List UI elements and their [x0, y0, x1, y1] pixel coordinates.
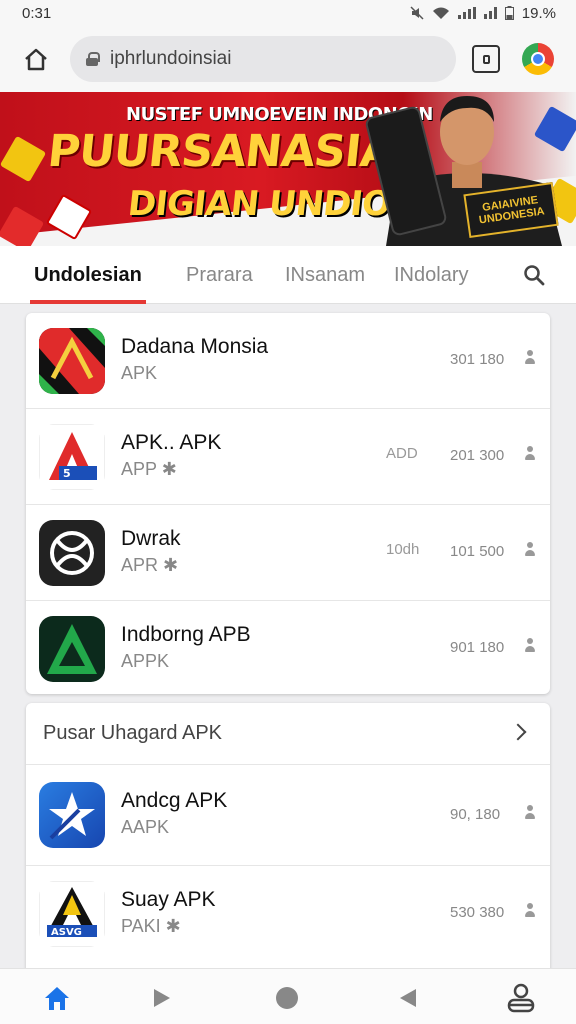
banner-headline: PUURSANASIA! [45, 126, 416, 177]
list-item[interactable]: Indborng APB APPK 901 180 [26, 601, 550, 694]
download-count: 301 180 [450, 351, 505, 368]
browser-toolbar: iphrlundoinsiai [0, 26, 576, 92]
list-item[interactable]: Dwrak APR ✱ 10dh 101 500 [26, 505, 550, 601]
tab-indolary[interactable]: INdolary [394, 246, 468, 304]
red-a-logo-icon: 5 [39, 424, 105, 490]
list-item[interactable]: ASVG Suay APK PAKI ✱ 530 380 [26, 866, 550, 962]
app-extra: 10dh [386, 541, 420, 558]
list-item[interactable]: 5 APK.. APK APP ✱ ADD 201 300 [26, 409, 550, 505]
status-icons: 19.% [410, 5, 556, 22]
nav-home-button[interactable] [42, 983, 72, 1013]
category-tabs: Undolesian Prarara INsanam INdolary [0, 246, 576, 304]
status-bar: 0:31 19.% [0, 0, 576, 26]
chevron-right-icon [509, 723, 527, 741]
lock-icon [86, 52, 100, 66]
wifi-icon [432, 7, 449, 19]
download-count: 90, 180 [450, 806, 501, 823]
url-text: iphrlundoinsiai [110, 48, 232, 69]
nav-account-button[interactable] [506, 983, 536, 1013]
address-bar[interactable]: iphrlundoinsiai [70, 36, 456, 82]
user-icon [525, 446, 535, 462]
account-icon [507, 983, 535, 1013]
promo-banner[interactable]: NUSTEF UMNOEVEIN INDONOIN PUURSANASIA! D… [0, 92, 576, 246]
red-x-game-icon [39, 328, 105, 394]
app-type: APPK [121, 651, 170, 671]
bottom-navigation [0, 968, 576, 1024]
back-triangle-icon [400, 989, 416, 1007]
user-icon [525, 638, 535, 654]
tab-switcher-icon [482, 54, 490, 64]
app-name: Andcg APK [121, 789, 228, 812]
svg-text:ASVG: ASVG [51, 927, 82, 938]
battery-level: 19.% [521, 4, 556, 22]
signal-icon-2 [483, 7, 497, 19]
app-extra: ADD [386, 445, 418, 462]
user-icon [525, 542, 535, 558]
user-icon [525, 350, 535, 366]
home-icon [25, 48, 47, 71]
app-list-card: Dadana Monsia APK 301 180 5 APK.. APK AP… [26, 313, 550, 694]
signal-icon [457, 7, 476, 19]
tab-prarara[interactable]: Prarara [186, 246, 253, 304]
status-time: 0:31 [22, 4, 52, 22]
tab-insanam[interactable]: INsanam [285, 246, 365, 304]
download-count: 901 180 [450, 639, 505, 656]
circle-icon [276, 987, 298, 1009]
svg-a-logo-icon: ASVG [39, 881, 105, 947]
app-type: APK [121, 363, 158, 383]
app-name: Dadana Monsia [121, 335, 269, 358]
svg-text:5: 5 [63, 467, 71, 480]
dark-swirl-logo-icon [39, 520, 105, 586]
download-count: 101 500 [450, 543, 505, 560]
section-title: Pusar Uhagard APK [43, 722, 222, 744]
nav-circle-button[interactable] [272, 983, 302, 1013]
download-count: 201 300 [450, 447, 505, 464]
play-icon [154, 989, 170, 1007]
mute-icon [410, 6, 424, 20]
app-type: AAPK [121, 817, 170, 837]
list-item[interactable]: Dadana Monsia APK 301 180 [26, 313, 550, 409]
home-filled-icon [45, 987, 69, 1010]
tab-switcher-button[interactable] [472, 45, 500, 73]
section-header[interactable]: Pusar Uhagard APK [26, 703, 550, 765]
app-type: APR ✱ [121, 555, 179, 575]
search-icon[interactable] [522, 263, 546, 287]
app-section-card: Pusar Uhagard APK Andcg APK AAPK 90, 180… [26, 703, 550, 973]
chrome-logo-icon[interactable] [522, 43, 554, 75]
app-type: PAKI ✱ [121, 916, 181, 936]
battery-icon [504, 6, 514, 20]
nav-play-button[interactable] [146, 983, 176, 1013]
app-name: Suay APK [121, 888, 216, 911]
blue-star-logo-icon [39, 782, 105, 848]
nav-back-button[interactable] [394, 983, 424, 1013]
list-item[interactable]: Andcg APK AAPK 90, 180 [26, 765, 550, 866]
user-icon [525, 903, 535, 919]
download-count: 530 380 [450, 904, 505, 921]
green-a-logo-icon [39, 616, 105, 682]
tab-undolesian[interactable]: Undolesian [30, 246, 146, 304]
cube-decoration-icon [0, 135, 47, 183]
app-type: APP ✱ [121, 459, 177, 479]
app-name: APK.. APK [121, 431, 222, 454]
home-button[interactable] [14, 37, 58, 81]
app-name: Indborng APB [121, 623, 251, 646]
user-icon [525, 805, 535, 821]
app-name: Dwrak [121, 527, 181, 550]
